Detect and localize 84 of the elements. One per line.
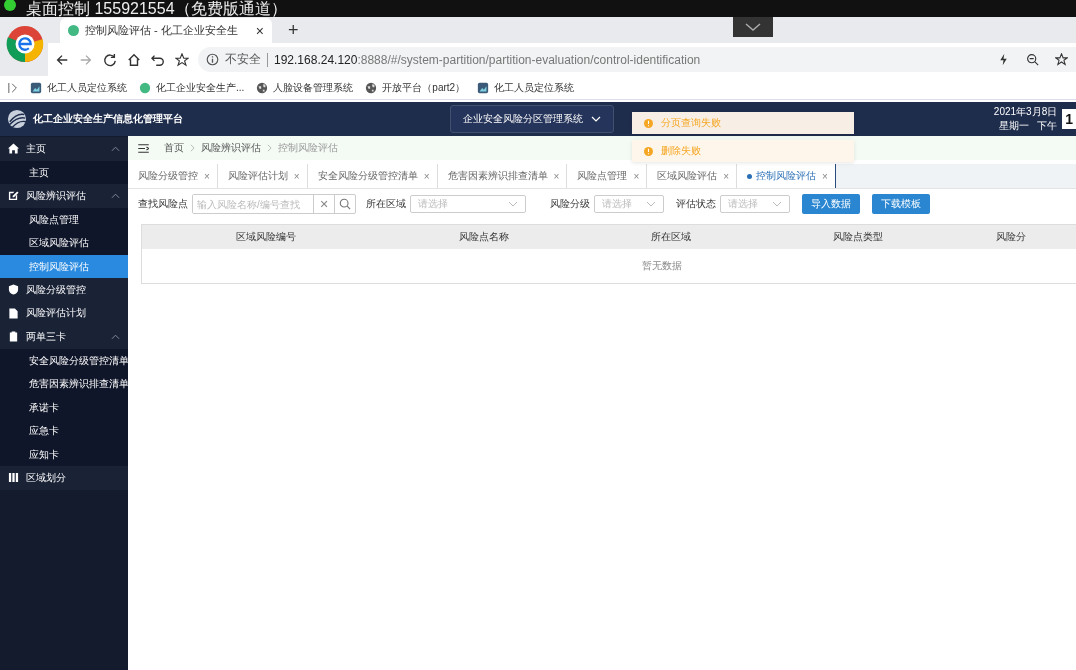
tab-close-button[interactable]: × [255,22,264,39]
filter-label: 查找风险点 [138,197,188,211]
system-dropdown[interactable]: 企业安全风险分区管理系统 [450,105,614,133]
sidebar-item[interactable]: 危害因素辨识排查清单 [0,372,128,396]
app-icon [477,81,490,94]
bookmark-link[interactable]: 人脸设备管理系统 [256,80,354,95]
expand-button[interactable] [733,17,773,37]
page-tab[interactable]: 风险分级管控 × [128,164,218,188]
star-icon[interactable] [175,52,189,67]
back-icon[interactable] [55,52,69,67]
clear-button[interactable]: ✕ [313,195,334,213]
bookmark-link[interactable]: 化工人员定位系统 [30,80,127,95]
status-dot [4,0,16,11]
column-header: 风险点名称 [458,230,511,244]
bookmark-link[interactable]: 化工企业安全生产... [139,80,245,95]
sidebar-group[interactable]: 区域划分 [0,466,128,490]
sidebar-item[interactable]: 区域风险评估 [0,231,128,255]
security-label: 不安全 [225,51,261,68]
sidebar-group[interactable]: 风险评估计划 [0,301,128,325]
address-bar[interactable]: 不安全 192.168.24.120:8888/#/system-partition/partition-evaluation/control-identification [198,47,1076,72]
page-tab[interactable]: 风险点管理 × [567,164,648,188]
search-icon [339,198,351,210]
remote-title: 桌面控制 155921554（免费版通道） [26,1,287,17]
sidebar-item[interactable]: 控制风险评估 [0,254,128,278]
breadcrumb-link[interactable]: 首页 [164,141,184,155]
new-tab-button[interactable]: + [282,20,305,43]
site-favicon-icon [139,81,151,94]
chevron-down-icon [772,201,782,207]
bookmark-link[interactable]: 化工人员定位系统 [477,80,575,95]
chevron-down-icon [743,22,763,32]
sidebar-item[interactable]: 风险点管理 [0,207,128,231]
page-tab[interactable]: 控制风险评估 × [737,164,836,188]
platform-logo-icon [7,109,27,129]
weekday-text: 星期一 下午 [998,119,1058,133]
sidebar-group[interactable]: 风险分级管控 [0,278,128,302]
warning-toast: 分页查询失败 [632,112,854,134]
action-button[interactable]: 导入数据 [802,194,860,214]
chevron-down-icon [646,201,656,207]
url-text: 192.168.24.120:8888/#/system-partition/partition-evaluation/control-identification [274,52,701,67]
sidebar-group[interactable]: 主页 [0,137,128,161]
action-button[interactable]: 下载模板 [872,194,930,214]
column-header: 风险分 [994,230,1027,244]
filter-label: 所在区域 [366,197,406,211]
column-header: 区域风险编号 [235,230,298,244]
site-favicon-icon [68,25,79,36]
sidebar-toggle-icon[interactable] [8,81,18,94]
browser-tab[interactable]: 控制风险评估 - 化工企业安全生 × [60,18,272,43]
warning-icon [644,118,653,128]
sidebar-item[interactable]: 应知卡 [0,442,128,466]
info-icon [206,53,219,66]
page-tab[interactable]: 安全风险分级管控清单 × [307,164,438,188]
chevron-right-icon [267,144,272,152]
time-text: 1 [1062,109,1076,129]
sidebar-group[interactable]: 风险辨识评估 [0,184,128,208]
app-icon [30,81,42,94]
home-icon[interactable] [127,52,141,67]
zoom-out-icon[interactable] [1026,53,1039,66]
filter-label: 风险分级 [550,197,590,211]
globe-icon [365,81,378,94]
page-tab[interactable]: 区域风险评估 × [647,164,738,188]
sidebar-group[interactable]: 两单三卡 [0,325,128,349]
column-header: 风险点类型 [832,230,884,244]
sidebar-item[interactable]: 承诺卡 [0,395,128,419]
bookmark-star-icon[interactable] [1055,53,1068,66]
chevron-down-icon [591,116,601,122]
bookmark-link[interactable]: 开放平台（part2） [365,80,466,95]
chevron-down-icon [508,201,518,207]
filter-label: 评估状态 [676,197,716,211]
warning-toast: 删除失败 [632,140,854,162]
empty-text: 暂无数据 [642,259,682,273]
page-tab[interactable]: 风险评估计划 × [217,164,308,188]
sidebar-item[interactable]: 应急卡 [0,419,128,443]
browser-logo-icon [6,25,44,63]
page-tab[interactable]: 危害因素辨识排查清单 × [437,164,568,188]
sidebar-item[interactable]: 安全风险分级管控清单 [0,348,128,372]
reload-icon[interactable] [103,52,117,67]
chevron-right-icon [190,144,195,152]
globe-icon [256,81,269,94]
breadcrumb-link[interactable]: 风险辨识评估 [201,141,261,155]
column-header: 所在区域 [650,230,693,244]
sidebar-item[interactable]: 主页 [0,160,128,184]
warning-icon [644,146,653,156]
date-text: 2021年3月8日 [993,105,1058,119]
platform-title: 化工企业安全生产信息化管理平台 [33,112,183,126]
